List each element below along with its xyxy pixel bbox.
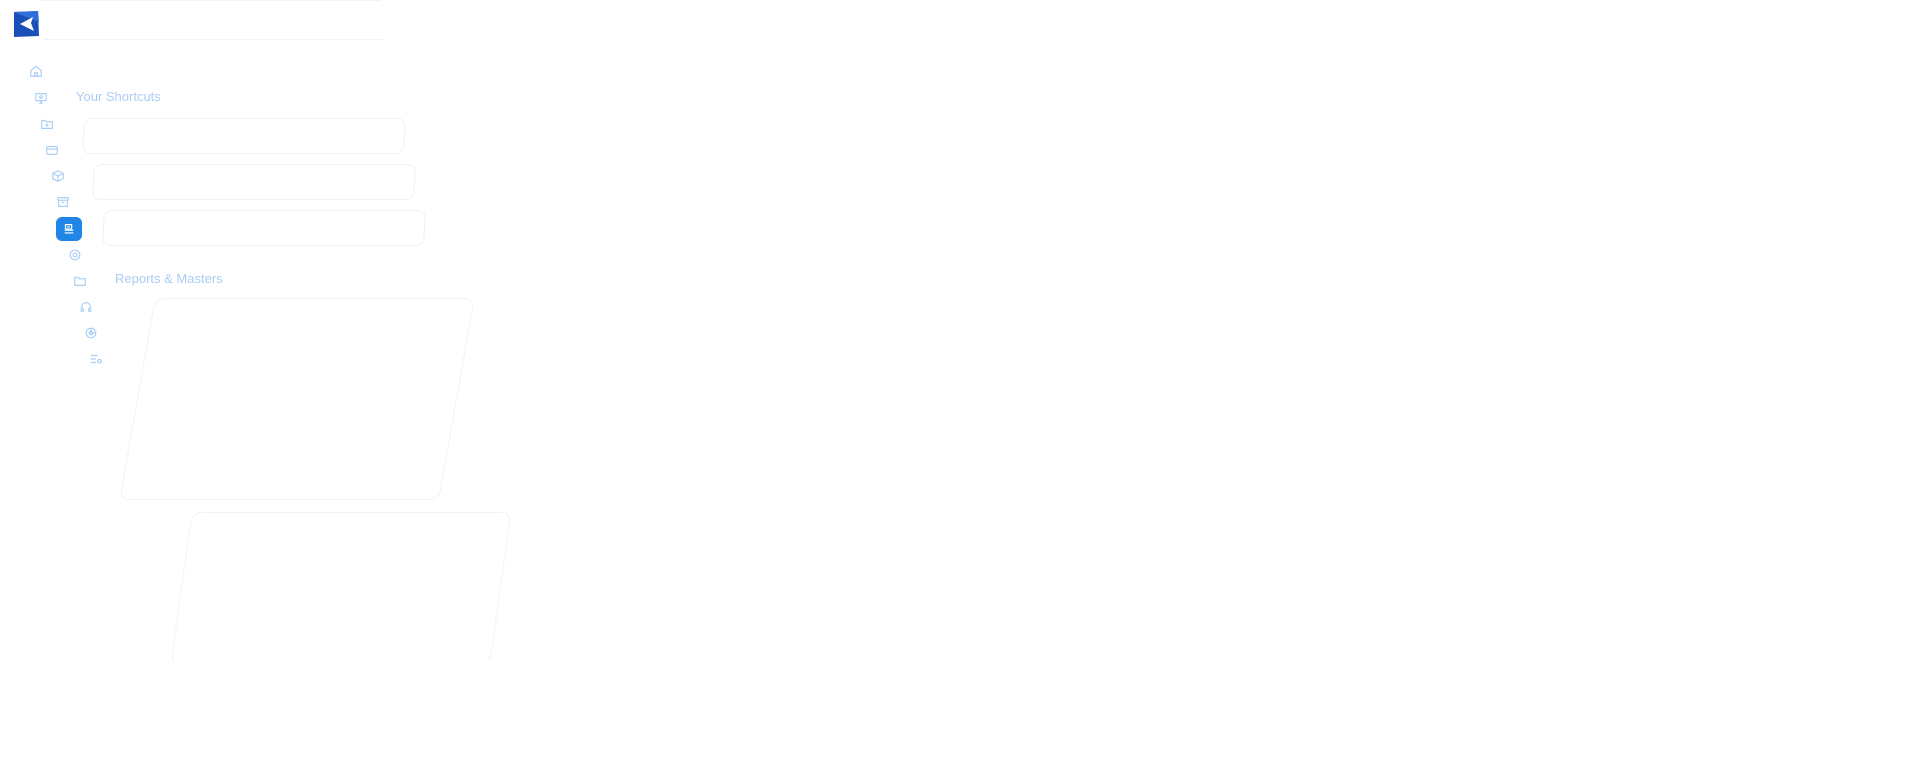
header-divider: [44, 39, 384, 40]
gear-icon[interactable]: [66, 246, 84, 264]
shortcuts-title: Your Shortcuts: [76, 89, 161, 104]
folder-icon[interactable]: [71, 272, 89, 290]
reports-title: Reports & Masters: [115, 271, 223, 286]
box-icon[interactable]: [49, 167, 67, 185]
shortcut-card[interactable]: [102, 210, 426, 246]
pie-chart-icon[interactable]: [82, 324, 100, 342]
archive-icon[interactable]: [54, 193, 72, 211]
folder-plus-icon[interactable]: [38, 115, 56, 133]
list-settings-icon[interactable]: [87, 350, 105, 368]
top-border: [40, 0, 380, 1]
headset-icon[interactable]: [77, 298, 95, 316]
shortcut-card[interactable]: [92, 164, 416, 200]
report-card[interactable]: [119, 298, 475, 500]
report-card[interactable]: [170, 512, 512, 664]
app-logo-icon[interactable]: [11, 10, 41, 38]
credit-card-icon[interactable]: [43, 141, 61, 159]
monitor-icon[interactable]: [32, 89, 50, 107]
stack-icon[interactable]: [56, 217, 82, 241]
home-icon[interactable]: [27, 62, 45, 80]
shortcut-card[interactable]: [82, 118, 406, 154]
app-window: Your Shortcuts Reports & Masters: [0, 0, 1920, 762]
